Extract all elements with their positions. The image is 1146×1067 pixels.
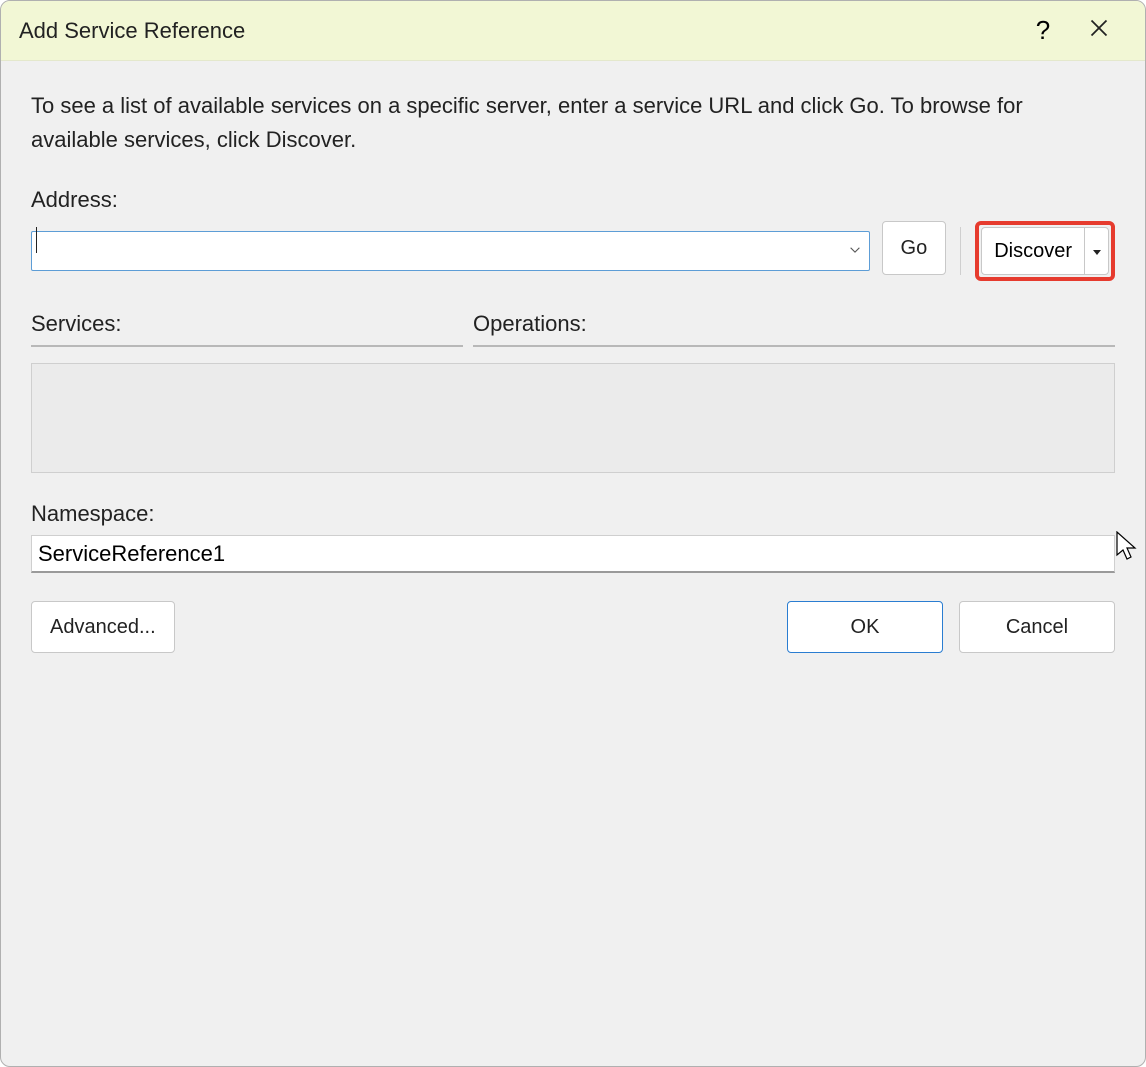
operations-label: Operations: bbox=[473, 311, 1115, 337]
go-button[interactable]: Go bbox=[882, 221, 947, 275]
close-button[interactable] bbox=[1071, 1, 1127, 61]
address-label: Address: bbox=[31, 187, 1115, 213]
text-caret bbox=[36, 227, 37, 253]
titlebar: Add Service Reference ? bbox=[1, 1, 1145, 61]
help-button[interactable]: ? bbox=[1015, 1, 1071, 61]
status-area bbox=[31, 363, 1115, 473]
address-row: Go Discover bbox=[31, 221, 1115, 281]
close-icon bbox=[1089, 18, 1109, 44]
namespace-input[interactable] bbox=[31, 535, 1115, 573]
discover-button[interactable]: Discover bbox=[982, 228, 1084, 274]
dialog-title: Add Service Reference bbox=[19, 18, 1015, 44]
advanced-button[interactable]: Advanced... bbox=[31, 601, 175, 653]
operations-listbox[interactable] bbox=[473, 345, 1115, 347]
dialog-footer: Advanced... OK Cancel bbox=[31, 601, 1115, 653]
cancel-button[interactable]: Cancel bbox=[959, 601, 1115, 653]
namespace-label: Namespace: bbox=[31, 501, 1115, 527]
help-icon: ? bbox=[1036, 15, 1050, 46]
discover-dropdown-button[interactable] bbox=[1084, 228, 1108, 274]
dialog-content: To see a list of available services on a… bbox=[1, 61, 1145, 1066]
lists-row: Services: Operations: bbox=[31, 311, 1115, 347]
services-listbox[interactable] bbox=[31, 345, 463, 347]
instruction-text: To see a list of available services on a… bbox=[31, 89, 1115, 157]
discover-split-button[interactable]: Discover bbox=[981, 227, 1109, 275]
dialog-add-service-reference: Add Service Reference ? To see a list of… bbox=[0, 0, 1146, 1067]
caret-down-icon bbox=[1092, 240, 1102, 263]
discover-highlight: Discover bbox=[975, 221, 1115, 281]
address-combobox[interactable] bbox=[31, 221, 870, 281]
namespace-row: Namespace: bbox=[31, 501, 1115, 573]
separator bbox=[960, 227, 961, 275]
ok-button[interactable]: OK bbox=[787, 601, 943, 653]
services-label: Services: bbox=[31, 311, 463, 337]
operations-column: Operations: bbox=[473, 311, 1115, 347]
services-column: Services: bbox=[31, 311, 463, 347]
address-input[interactable] bbox=[31, 231, 870, 271]
